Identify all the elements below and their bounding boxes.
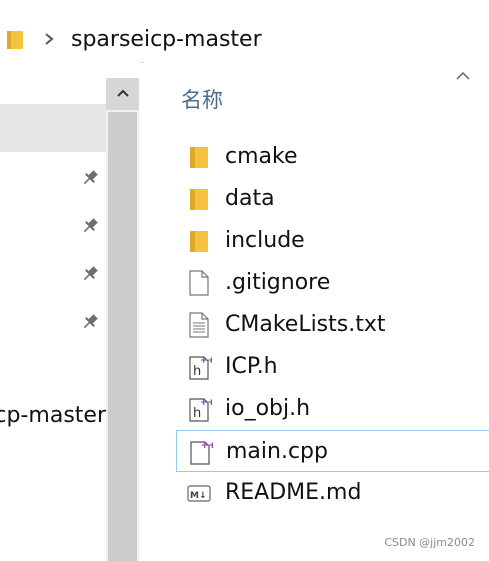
file-row-readme[interactable]: M↓ README.md	[176, 472, 489, 514]
address-bar: sparseicp-master	[0, 0, 489, 70]
cpp-file-icon: ++	[190, 441, 213, 465]
nav-item-selected[interactable]	[0, 104, 106, 152]
pin-icon	[83, 218, 98, 233]
svg-text:++: ++	[200, 356, 212, 366]
breadcrumb-segment[interactable]: sparseicp-master	[71, 27, 262, 53]
file-name: CMakeLists.txt	[225, 312, 386, 337]
file-name: cmake	[225, 144, 298, 169]
navigation-pane: sparseicp-master	[0, 62, 140, 561]
blank-file-icon	[189, 270, 209, 296]
file-row-icp-h[interactable]: h ++ ICP.h	[176, 346, 489, 388]
file-name: README.md	[225, 480, 362, 505]
svg-text:h: h	[193, 364, 201, 379]
file-row-cmake[interactable]: cmake	[176, 136, 489, 178]
file-name: .gitignore	[225, 270, 331, 295]
nav-scrollbar[interactable]	[106, 78, 139, 561]
file-name: data	[225, 186, 275, 211]
chevron-right-icon[interactable]	[44, 32, 54, 46]
file-row-gitignore[interactable]: .gitignore	[176, 262, 489, 304]
file-name: ICP.h	[225, 354, 278, 379]
file-row-data[interactable]: data	[176, 178, 489, 220]
file-row-include[interactable]: include	[176, 220, 489, 262]
scroll-up-button[interactable]	[106, 78, 139, 110]
watermark: CSDN @jjm2002	[384, 536, 475, 549]
folder-icon	[190, 231, 208, 252]
text-file-icon	[189, 312, 209, 338]
nav-item-label[interactable]: sparseicp-master	[0, 403, 106, 429]
pin-icon	[83, 266, 98, 281]
file-name: main.cpp	[226, 439, 328, 464]
folder-icon	[190, 189, 208, 210]
file-name: io_obj.h	[225, 396, 311, 421]
header-file-icon: h ++	[189, 356, 212, 380]
pin-icon	[83, 314, 98, 329]
markdown-file-icon: M↓	[187, 485, 211, 502]
header-file-icon: h ++	[189, 398, 212, 422]
column-header-name[interactable]: 名称	[181, 84, 223, 114]
svg-text:++: ++	[201, 441, 213, 451]
sort-ascending-icon	[456, 71, 470, 80]
folder-icon	[7, 31, 23, 49]
file-row-main-cpp[interactable]: ++ main.cpp	[176, 430, 489, 472]
file-list-pane: 名称 cmake data include .gitignore CMakeLi…	[144, 62, 489, 561]
svg-text:h: h	[193, 406, 201, 421]
pin-icon	[83, 170, 98, 185]
file-name: include	[225, 228, 305, 253]
folder-icon	[190, 147, 208, 168]
scroll-thumb[interactable]	[108, 112, 137, 561]
chevron-up-icon	[117, 89, 129, 97]
file-row-io-obj-h[interactable]: h ++ io_obj.h	[176, 388, 489, 430]
breadcrumb[interactable]: sparseicp-master	[0, 18, 489, 63]
svg-text:++: ++	[200, 398, 212, 408]
svg-text:M↓: M↓	[190, 491, 207, 501]
file-row-cmakelists[interactable]: CMakeLists.txt	[176, 304, 489, 346]
